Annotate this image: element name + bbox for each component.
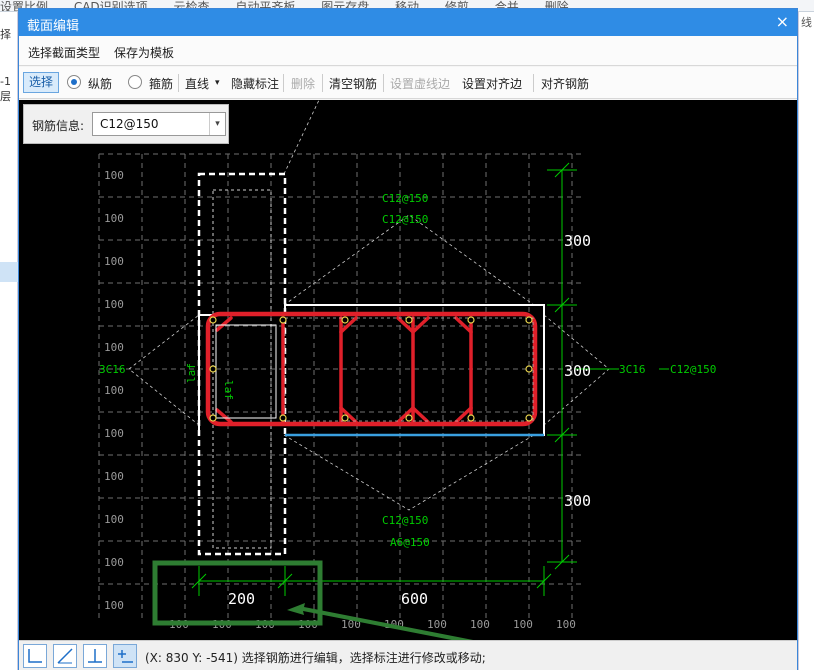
grid-label: 100 — [556, 618, 576, 631]
dimension-value: 300 — [564, 492, 591, 510]
stirrup-label[interactable]: 箍筋 — [149, 75, 173, 92]
set-align-edge-button[interactable]: 设置对齐边 — [462, 75, 522, 92]
menu-select-section-type[interactable]: 选择截面类型 — [28, 44, 100, 61]
toolbar-divider — [178, 74, 179, 92]
rebar-label: C12@150 — [382, 213, 428, 226]
rebar-label: laf — [222, 380, 235, 400]
background-right-panel: 线 — [798, 12, 814, 670]
perpendicular-icon[interactable] — [83, 644, 107, 668]
grid-label: 100 — [104, 599, 124, 612]
menu-save-as-template[interactable]: 保存为模板 — [114, 44, 174, 61]
background-left-panel: 择 -1层 — [0, 12, 18, 670]
grid-label: 100 — [513, 618, 533, 631]
dialog-title: 截面编辑 — [27, 19, 80, 34]
grid-label: 100 — [104, 169, 124, 182]
grid-label: 100 — [104, 384, 124, 397]
statusbar: (X: 830 Y: -541) 选择钢筋进行编辑，选择标注进行修改或移动; — [19, 640, 797, 670]
grid-label: 100 — [104, 556, 124, 569]
select-button[interactable]: 选择 — [23, 72, 59, 93]
toolbar-divider — [283, 74, 284, 92]
rebar-label: 3C16 — [619, 363, 646, 376]
grid-label: 100 — [470, 618, 490, 631]
grid-label: 100 — [104, 255, 124, 268]
bg-selected-row — [0, 262, 18, 282]
chevron-down-icon[interactable]: ▾ — [215, 78, 220, 88]
stirrup-radio[interactable] — [128, 75, 142, 89]
dimension-value: 300 — [564, 362, 591, 380]
rebar-label: C12@150 — [670, 363, 716, 376]
delete-button[interactable]: 删除 — [291, 75, 315, 92]
set-virtual-edge-button[interactable]: 设置虚线边 — [390, 75, 450, 92]
close-icon[interactable]: × — [776, 12, 789, 31]
toolbar-divider — [383, 74, 384, 92]
rebar-info-value[interactable]: C12@150 — [100, 117, 159, 131]
rebar-label: laf — [185, 363, 198, 383]
clear-rebar-button[interactable]: 清空钢筋 — [329, 75, 377, 92]
snap-icon[interactable] — [113, 644, 137, 668]
menubar: 选择截面类型 保存为模板 — [19, 36, 797, 66]
section-edit-dialog: 截面编辑 × 选择截面类型 保存为模板 选择 纵筋 箍筋 直线 ▾ 隐藏标注 删… — [18, 8, 798, 670]
grid-label: 100 — [104, 341, 124, 354]
bg-right-label: 线 — [801, 16, 812, 29]
longitudinal-radio[interactable] — [67, 75, 81, 89]
hide-annotation-button[interactable]: 隐藏标注 — [231, 75, 279, 92]
toolbar-divider — [533, 74, 534, 92]
align-rebar-button[interactable]: 对齐钢筋 — [541, 75, 589, 92]
rebar-info-panel: 钢筋信息: C12@150 ▾ — [23, 104, 229, 144]
dimension-value: 200 — [228, 590, 255, 608]
chevron-down-icon[interactable]: ▾ — [209, 113, 225, 135]
rebar-label: C12@150 — [382, 514, 428, 527]
dialog-titlebar[interactable]: 截面编辑 × — [19, 9, 797, 36]
grid-label: 100 — [104, 298, 124, 311]
rebar-label: 3C16 — [99, 363, 126, 376]
grid-label: 100 — [104, 212, 124, 225]
rebar-label: A6@150 — [390, 536, 430, 549]
polar-icon[interactable] — [53, 644, 77, 668]
longitudinal-label[interactable]: 纵筋 — [88, 75, 112, 92]
column-outline — [197, 172, 287, 556]
bg-left-label: -1层 — [0, 75, 11, 103]
dimension-value: 300 — [564, 232, 591, 250]
grid-label: 100 — [104, 470, 124, 483]
edit-toolbar: 选择 纵筋 箍筋 直线 ▾ 隐藏标注 删除 清空钢筋 设置虚线边 设置对齐边 对… — [19, 67, 797, 99]
rebar-labels[interactable]: C12@150 C12@150 C12@150 A6@150 3C16 3C16… — [99, 192, 716, 549]
rebar-info-label: 钢筋信息: — [32, 119, 85, 133]
status-message: (X: 830 Y: -541) 选择钢筋进行编辑，选择标注进行修改或移动; — [145, 651, 486, 665]
rebar-label: C12@150 — [382, 192, 428, 205]
dimension-value: 600 — [401, 590, 428, 608]
toolbar-divider — [322, 74, 323, 92]
drawing-canvas[interactable]: 100 100 100 100 100 100 100 100 100 100 … — [19, 100, 797, 640]
section-drawing[interactable]: 100 100 100 100 100 100 100 100 100 100 … — [19, 100, 797, 640]
line-dropdown[interactable]: 直线 — [185, 75, 209, 92]
grid-label: 100 — [104, 427, 124, 440]
grid-label: 100 — [427, 618, 447, 631]
grid-label: 100 — [104, 513, 124, 526]
inner-outline — [215, 324, 277, 419]
ortho-icon[interactable] — [23, 644, 47, 668]
dimension-lines — [191, 162, 669, 596]
rebar-info-combobox[interactable]: C12@150 ▾ — [92, 112, 226, 136]
bg-left-label: 择 — [0, 28, 11, 41]
